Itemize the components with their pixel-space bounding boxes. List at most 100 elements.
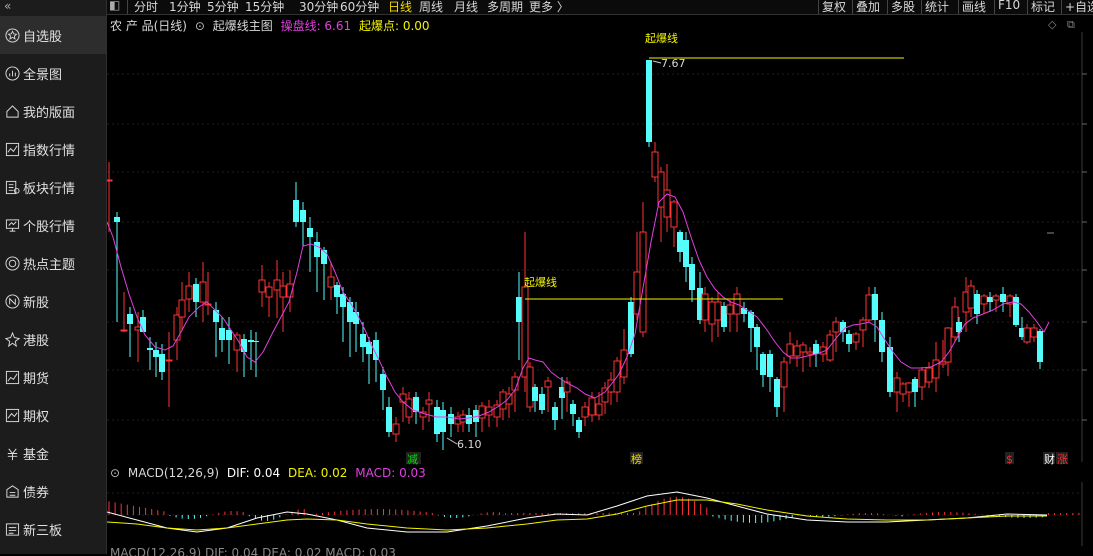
candle xyxy=(786,332,794,364)
candle xyxy=(273,260,281,318)
toolbar-divider xyxy=(958,0,959,14)
globe-icon xyxy=(4,65,20,81)
high-pointer xyxy=(652,60,662,64)
board-icon xyxy=(4,521,20,537)
toolbar-button-5[interactable]: F10 xyxy=(998,0,1020,12)
sidebar-item-8[interactable]: 港股 xyxy=(0,320,106,358)
candlestick-chart[interactable]: 起爆线起爆线7.676.10减榜 $ 财涨 xyxy=(107,32,1093,472)
sidebar-item-4[interactable]: 板块行情 xyxy=(0,168,106,206)
blocks-icon xyxy=(4,179,20,195)
toolbar-button-2[interactable]: 多股 xyxy=(891,0,915,15)
main-chart-info: 农 产 品(日线) ⊙ 起爆线主图 操盘线: 6.61 起爆点: 0.00 xyxy=(110,17,434,33)
candle xyxy=(620,329,628,384)
toolbar-button-4[interactable]: 画线 xyxy=(962,0,986,15)
period-tab-8[interactable]: 月线 xyxy=(454,0,478,15)
macd-chart[interactable] xyxy=(107,482,1093,546)
marker-3: 财 xyxy=(1044,452,1055,466)
candle xyxy=(872,287,878,342)
candle xyxy=(425,392,433,422)
sidebar-item-label: 基金 xyxy=(23,447,50,463)
marker-1: 榜 xyxy=(631,452,642,466)
candle xyxy=(601,382,609,414)
period-tab-1[interactable]: 1分钟 xyxy=(169,0,201,15)
sidebar-item-0[interactable]: 自选股 xyxy=(0,16,106,54)
toolbar-divider xyxy=(1027,0,1028,14)
futures-icon xyxy=(4,369,20,385)
candle xyxy=(987,292,993,312)
candle xyxy=(741,302,747,322)
sidebar-item-9[interactable]: 期货 xyxy=(0,358,106,396)
toolbar-button-6[interactable]: 标记 xyxy=(1031,0,1055,15)
low-pointer xyxy=(446,437,458,445)
period-tab-4[interactable]: 30分钟 xyxy=(299,0,338,15)
candle xyxy=(532,384,538,412)
period-tab-0[interactable]: 分时 xyxy=(134,0,158,15)
sidebar-item-2[interactable]: 我的版面 xyxy=(0,92,106,130)
high-price-label: 7.67 xyxy=(661,57,686,70)
toolbar-button-7[interactable]: +自选 xyxy=(1065,0,1093,15)
candle xyxy=(127,307,133,357)
toolbar-button-3[interactable]: 统计 xyxy=(925,0,949,15)
candle xyxy=(670,200,678,247)
candle xyxy=(265,282,273,317)
toolbar-button-1[interactable]: 叠加 xyxy=(856,0,880,15)
candle xyxy=(539,387,545,414)
sidebar-item-label: 期权 xyxy=(23,409,50,425)
indicator-name[interactable]: 起爆线主图 xyxy=(213,19,273,33)
period-tab-2[interactable]: 5分钟 xyxy=(207,0,239,15)
sidebar-item-label: 期货 xyxy=(23,371,50,387)
candle xyxy=(774,377,780,417)
period-tab-6[interactable]: 日线 xyxy=(388,0,412,15)
period-tab-10[interactable]: 更多 〉 xyxy=(529,0,569,15)
toolbar-button-0[interactable]: 复权 xyxy=(822,0,846,15)
candle xyxy=(912,377,918,407)
candle xyxy=(258,265,266,307)
fund-icon xyxy=(4,445,20,461)
sidebar-item-11[interactable]: 基金 xyxy=(0,434,106,472)
macd-info-secondary: MACD(12,26,9) DIF: 0.04 DEA: 0.02 MACD: … xyxy=(110,546,396,556)
candle xyxy=(721,302,727,332)
sidebar-item-label: 热点主题 xyxy=(23,257,76,273)
candle xyxy=(974,290,980,324)
marker-2: $ xyxy=(1006,453,1013,466)
candle xyxy=(595,392,603,420)
candle xyxy=(399,387,407,422)
sidebar-item-5[interactable]: 个股行情 xyxy=(0,206,106,244)
candle xyxy=(434,400,440,442)
candle xyxy=(314,232,320,292)
marker-4: 涨 xyxy=(1057,453,1068,466)
macd-label[interactable]: MACD(12,26,9) xyxy=(128,466,219,480)
candle xyxy=(147,337,153,370)
sidebar-item-label: 个股行情 xyxy=(23,219,76,235)
sidebar-item-3[interactable]: 指数行情 xyxy=(0,130,106,168)
candle xyxy=(733,287,741,332)
candle xyxy=(925,362,933,388)
sidebar-item-13[interactable]: 新三板 xyxy=(0,510,106,548)
period-tab-9[interactable]: 多周期 xyxy=(487,0,523,15)
candle xyxy=(360,322,366,362)
macd-switch-icon[interactable]: ⊙ xyxy=(110,466,120,480)
dif-value: DIF: 0.04 xyxy=(226,466,281,480)
sidebar-item-10[interactable]: 期权 xyxy=(0,396,106,434)
period-tab-7[interactable]: 周线 xyxy=(419,0,443,15)
diamond-icon[interactable]: ◇ xyxy=(1048,18,1056,31)
collapse-icon[interactable]: « xyxy=(0,0,106,14)
period-tab-5[interactable]: 60分钟 xyxy=(340,0,379,15)
toolbar-divider xyxy=(852,0,853,14)
panel-toggle-icon[interactable]: ◧ xyxy=(109,0,120,12)
sidebar-item-7[interactable]: 新股 xyxy=(0,282,106,320)
sidebar-item-12[interactable]: 债券 xyxy=(0,472,106,510)
candle xyxy=(576,417,582,438)
burst-line-label: 起爆线 xyxy=(524,275,557,289)
candle xyxy=(846,330,852,352)
sidebar-item-6[interactable]: 热点主题 xyxy=(0,244,106,282)
candle xyxy=(806,347,814,367)
candle xyxy=(120,292,128,332)
period-tab-3[interactable]: 15分钟 xyxy=(245,0,284,15)
candle xyxy=(708,297,716,342)
indicator-switch-icon[interactable]: ⊙ xyxy=(195,19,205,33)
sidebar-item-1[interactable]: 全景图 xyxy=(0,54,106,92)
restore-icon[interactable]: ⧉ xyxy=(1067,18,1075,32)
candle xyxy=(505,387,513,418)
burst-line-label: 起爆线 xyxy=(645,32,678,45)
